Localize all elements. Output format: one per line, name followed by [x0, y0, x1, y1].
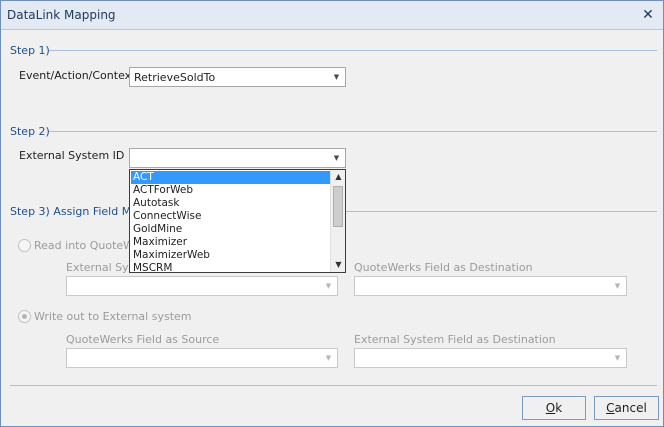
dropdown-option[interactable]: ConnectWise: [131, 210, 331, 223]
read-dest-label: QuoteWerks Field as Destination: [354, 261, 533, 274]
scroll-up-icon[interactable]: ▲: [331, 170, 346, 184]
cancel-button[interactable]: Cancel: [594, 396, 659, 420]
chevron-down-icon[interactable]: ▼: [332, 153, 341, 163]
chevron-down-icon[interactable]: ▼: [613, 281, 622, 291]
dropdown-option[interactable]: MaximizerWeb: [131, 249, 331, 262]
step3-label: Step 3) Assign Field Map: [10, 205, 145, 218]
dropdown-option[interactable]: Maximizer: [131, 236, 331, 249]
chevron-down-icon[interactable]: ▼: [332, 72, 341, 82]
step2-divider: [49, 131, 657, 132]
write-out-radio[interactable]: [18, 310, 31, 323]
scroll-down-icon[interactable]: ▼: [331, 258, 346, 272]
external-system-id-dropdown[interactable]: ACT ACTForWeb Autotask ConnectWise GoldM…: [129, 169, 346, 273]
event-action-context-label: Event/Action/Context: [19, 69, 136, 82]
write-dest-label: External System Field as Destination: [354, 333, 556, 346]
ok-button[interactable]: Ok: [522, 396, 586, 420]
step3-divider: [346, 211, 657, 212]
external-system-id-label: External System ID: [19, 149, 125, 162]
dropdown-option[interactable]: MSCRM: [131, 262, 331, 272]
cancel-label-rest: ancel: [614, 401, 647, 415]
ok-mnemonic: O: [545, 401, 556, 415]
chevron-down-icon[interactable]: ▼: [324, 353, 333, 363]
dropdown-scrollbar[interactable]: ▲ ▼: [330, 170, 345, 272]
chevron-down-icon[interactable]: ▼: [613, 353, 622, 363]
write-dest-combo[interactable]: ▼: [354, 348, 627, 368]
dropdown-option[interactable]: Autotask: [131, 197, 331, 210]
datalink-mapping-dialog: DataLink Mapping ✕ Step 1) Event/Action/…: [0, 0, 664, 427]
footer-divider: [10, 385, 657, 386]
dropdown-option[interactable]: GoldMine: [131, 223, 331, 236]
step2-label: Step 2): [10, 125, 50, 138]
step1-label: Step 1): [10, 44, 50, 57]
external-system-id-combo[interactable]: ▼: [129, 148, 346, 168]
scrollbar-thumb[interactable]: [333, 186, 343, 227]
write-source-combo[interactable]: ▼: [66, 348, 338, 368]
read-dest-combo[interactable]: ▼: [354, 276, 627, 296]
grip-icon: [335, 203, 341, 209]
read-into-radio[interactable]: [18, 239, 31, 252]
write-source-label: QuoteWerks Field as Source: [66, 333, 220, 346]
read-source-combo[interactable]: ▼: [66, 276, 338, 296]
chevron-down-icon[interactable]: ▼: [324, 281, 333, 291]
ok-label-rest: k: [555, 401, 563, 415]
event-action-context-value: RetrieveSoldTo: [134, 71, 216, 84]
cancel-mnemonic: C: [606, 401, 615, 415]
dropdown-option[interactable]: ACTForWeb: [131, 184, 331, 197]
close-icon[interactable]: ✕: [639, 6, 657, 24]
title-bar: DataLink Mapping ✕: [1, 1, 663, 30]
write-out-label: Write out to External system: [34, 310, 192, 323]
radio-selected-dot: [22, 314, 27, 319]
dialog-title: DataLink Mapping: [7, 8, 116, 22]
step1-divider: [49, 50, 657, 51]
dropdown-option[interactable]: ACT: [131, 171, 331, 184]
event-action-context-combo[interactable]: RetrieveSoldTo ▼: [129, 67, 346, 87]
